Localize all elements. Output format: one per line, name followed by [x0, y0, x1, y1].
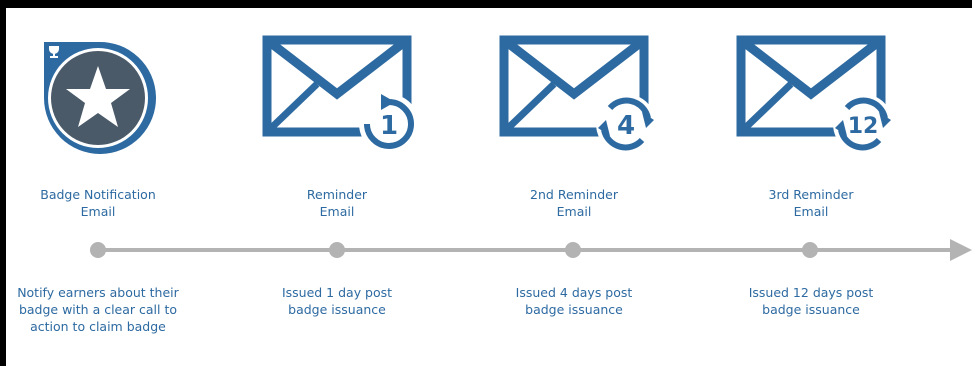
step-4-title-line-2: Email: [793, 204, 829, 219]
step-4-desc-line-2: badge issuance: [762, 302, 860, 317]
step-2-title-line-2: Email: [319, 204, 355, 219]
step-3rd-reminder: 12 3rd Reminder Email Issued 12 days pos…: [721, 8, 901, 366]
step-1-desc-line-3: action to claim badge: [30, 319, 166, 334]
envelope-cycle-icon: 12: [736, 35, 893, 152]
step-3-title-line-1: 2nd Reminder: [530, 187, 618, 202]
step-1-desc-line-2: badge with a clear call to: [18, 302, 178, 317]
step-4-title-line-1: 3rd Reminder: [768, 187, 854, 202]
badge-star-icon: [44, 41, 156, 154]
reminder-number: 1: [380, 111, 398, 141]
step-badge-notification: Badge Notification Email Notify earners …: [8, 8, 188, 366]
step-1-desc-line-1: Notify earners about their: [17, 285, 179, 300]
step-2-desc-line-2: badge issuance: [288, 302, 386, 317]
step-2-desc-line-1: Issued 1 day post: [281, 285, 393, 300]
step-2-title-line-1: Reminder: [306, 187, 368, 202]
step-3-title-line-2: Email: [556, 204, 592, 219]
step-2nd-reminder: 4 2nd Reminder Email Issued 4 days post …: [484, 8, 664, 366]
step-3-desc-line-1: Issued 4 days post: [515, 285, 633, 300]
step-4-desc-line-1: Issued 12 days post: [748, 285, 874, 300]
step-reminder: 1 Reminder Email Issued 1 day post badge…: [247, 8, 427, 366]
step-1-title-line-1: Badge Notification: [40, 187, 156, 202]
envelope-cycle-icon: 4: [499, 35, 656, 152]
step-3-desc-line-2: badge issuance: [525, 302, 623, 317]
reminder-number: 4: [617, 111, 635, 141]
diagram-frame: Badge Notification Email Notify earners …: [0, 0, 972, 366]
step-1-title-line-2: Email: [80, 204, 116, 219]
envelope-refresh-icon: 1: [262, 35, 419, 152]
reminder-number: 12: [848, 114, 879, 139]
timeline-arrow-head: [950, 239, 972, 261]
